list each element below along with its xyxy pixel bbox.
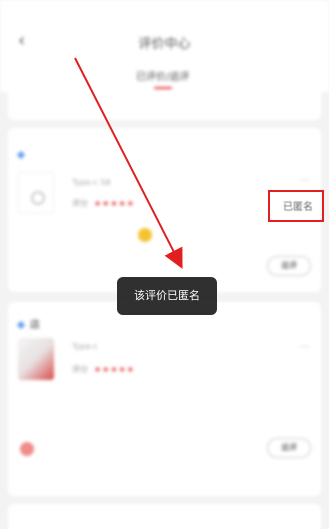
arrow-line bbox=[74, 57, 183, 269]
toast-message: 该评价已匿名 bbox=[117, 277, 217, 315]
annotation-arrow bbox=[74, 57, 183, 269]
screen: ‹ 评价中心 已评价/追评 Type-c 5A 评分 ★★★★★ ··· 追评 店… bbox=[0, 0, 329, 529]
